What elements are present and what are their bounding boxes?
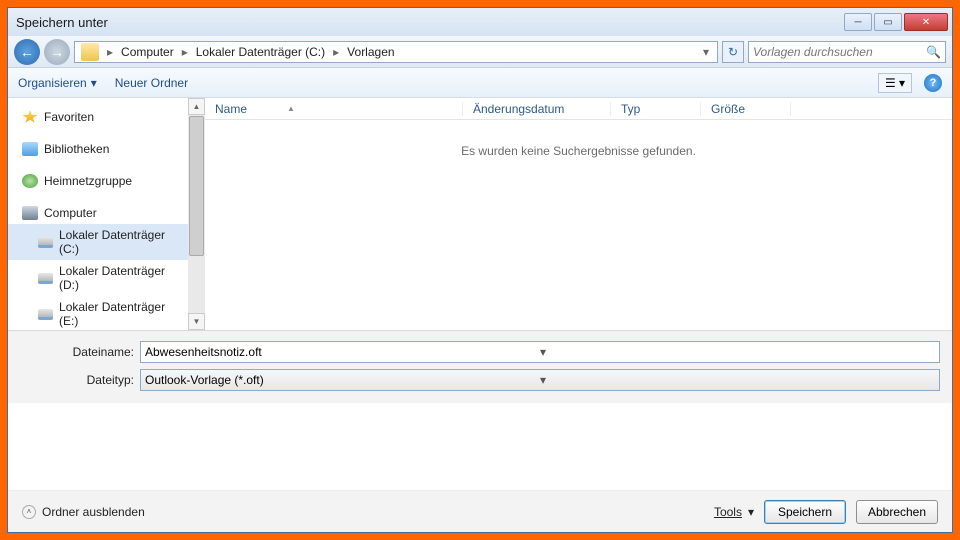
sidebar-item-drive-d[interactable]: Lokaler Datenträger (D:) [8,260,188,296]
chevron-right-icon: ▸ [103,45,117,59]
back-button[interactable]: ← [14,39,40,65]
scroll-up-icon[interactable]: ▲ [188,98,205,115]
search-input[interactable] [753,45,926,59]
sidebar-item-homegroup[interactable]: Heimnetzgruppe [8,170,188,192]
chevron-right-icon: ▸ [178,45,192,59]
folder-icon [81,43,99,61]
view-options-button[interactable]: ☰ ▾ [878,73,912,93]
breadcrumb-item[interactable]: Lokaler Datenträger (C:) [192,43,329,61]
sort-asc-icon: ▲ [287,104,295,113]
computer-icon [22,206,38,220]
breadcrumb-item[interactable]: Computer [117,43,178,61]
close-button[interactable]: ✕ [904,13,948,31]
sidebar-item-drive-e[interactable]: Lokaler Datenträger (E:) [8,296,188,330]
filetype-label: Dateityp: [20,373,140,387]
scroll-thumb[interactable] [189,116,204,256]
chevron-up-icon: ˄ [22,505,36,519]
maximize-button[interactable]: ▭ [874,13,902,31]
filename-combo[interactable]: Abwesenheitsnotiz.oft▾ [140,341,940,363]
star-icon [22,110,38,124]
library-icon [22,142,38,156]
column-date[interactable]: Änderungsdatum [463,102,611,116]
breadcrumb-item[interactable]: Vorlagen [343,43,398,61]
column-type[interactable]: Typ [611,102,701,116]
minimize-button[interactable]: ─ [844,13,872,31]
sidebar-item-libraries[interactable]: Bibliotheken [8,138,188,160]
save-button[interactable]: Speichern [764,500,846,524]
drive-icon [38,237,53,248]
search-box[interactable]: 🔍 [748,41,946,63]
titlebar: Speichern unter ─ ▭ ✕ [8,8,952,36]
footer: ˄ Ordner ausblenden Tools▾ Speichern Abb… [8,490,952,532]
column-headers: Name▲ Änderungsdatum Typ Größe [205,98,952,120]
cancel-button[interactable]: Abbrechen [856,500,938,524]
chevron-down-icon[interactable]: ▾ [540,345,935,359]
scroll-down-icon[interactable]: ▼ [188,313,205,330]
hide-folders-button[interactable]: ˄ Ordner ausblenden [22,505,145,519]
navbar: ← → ▸ Computer ▸ Lokaler Datenträger (C:… [8,36,952,68]
save-as-dialog: Speichern unter ─ ▭ ✕ ← → ▸ Computer ▸ L… [7,7,953,533]
sidebar-item-computer[interactable]: Computer [8,202,188,224]
filename-label: Dateiname: [20,345,140,359]
organize-menu[interactable]: Organisieren▾ [18,76,97,90]
chevron-down-icon: ▾ [748,505,754,519]
breadcrumb-dropdown[interactable]: ▾ [697,45,715,59]
chevron-down-icon: ▾ [91,76,97,90]
network-icon [22,174,38,188]
filename-panel: Dateiname: Abwesenheitsnotiz.oft▾ Dateit… [8,330,952,403]
sidebar: Favoriten Bibliotheken Heimnetzgruppe Co… [8,98,188,330]
filename-value[interactable]: Abwesenheitsnotiz.oft [145,345,540,359]
toolbar: Organisieren▾ Neuer Ordner ☰ ▾ ? [8,68,952,98]
column-name[interactable]: Name▲ [205,102,463,116]
file-list: Name▲ Änderungsdatum Typ Größe Es wurden… [205,98,952,330]
breadcrumb[interactable]: ▸ Computer ▸ Lokaler Datenträger (C:) ▸ … [74,41,718,63]
sidebar-item-favorites[interactable]: Favoriten [8,106,188,128]
drive-icon [38,309,53,320]
refresh-button[interactable]: ↻ [722,41,744,63]
filetype-combo[interactable]: Outlook-Vorlage (*.oft)▾ [140,369,940,391]
drive-icon [38,273,53,284]
tools-menu[interactable]: Tools▾ [714,505,754,519]
new-folder-button[interactable]: Neuer Ordner [115,76,188,90]
column-size[interactable]: Größe [701,102,791,116]
chevron-right-icon: ▸ [329,45,343,59]
window-title: Speichern unter [16,15,844,30]
sidebar-item-drive-c[interactable]: Lokaler Datenträger (C:) [8,224,188,260]
chevron-down-icon[interactable]: ▾ [540,373,935,387]
filetype-value: Outlook-Vorlage (*.oft) [145,373,540,387]
forward-button[interactable]: → [44,39,70,65]
search-icon: 🔍 [926,45,941,59]
empty-message: Es wurden keine Suchergebnisse gefunden. [205,120,952,182]
sidebar-scrollbar[interactable]: ▲ ▼ [188,98,205,330]
help-button[interactable]: ? [924,74,942,92]
